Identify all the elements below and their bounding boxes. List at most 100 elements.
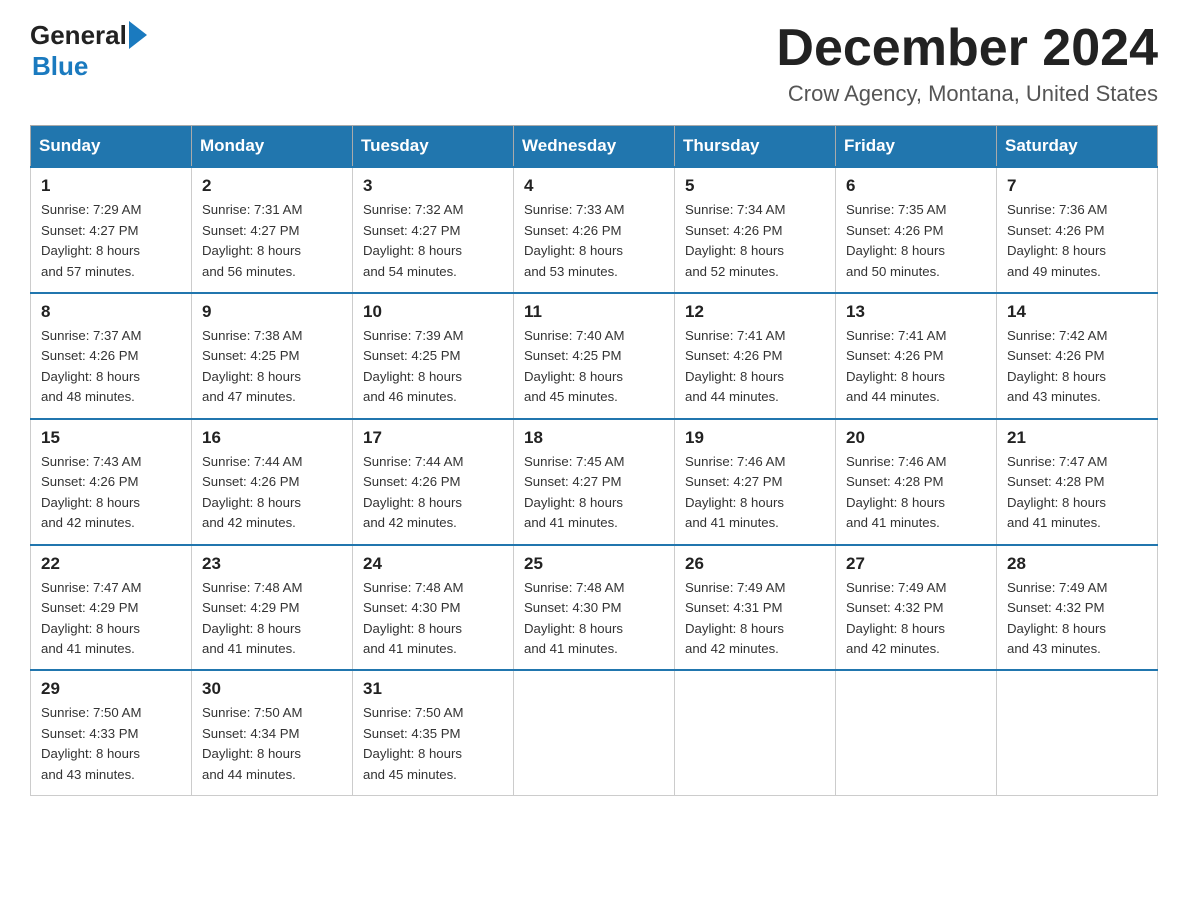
calendar-cell (514, 670, 675, 795)
calendar-table: SundayMondayTuesdayWednesdayThursdayFrid… (30, 125, 1158, 796)
calendar-cell: 18 Sunrise: 7:45 AMSunset: 4:27 PMDayligh… (514, 419, 675, 545)
calendar-cell: 12 Sunrise: 7:41 AMSunset: 4:26 PMDayligh… (675, 293, 836, 419)
day-number: 6 (846, 176, 986, 196)
day-info: Sunrise: 7:45 AMSunset: 4:27 PMDaylight:… (524, 452, 664, 534)
calendar-cell: 10 Sunrise: 7:39 AMSunset: 4:25 PMDayligh… (353, 293, 514, 419)
day-info: Sunrise: 7:50 AMSunset: 4:33 PMDaylight:… (41, 703, 181, 785)
calendar-cell: 15 Sunrise: 7:43 AMSunset: 4:26 PMDayligh… (31, 419, 192, 545)
day-info: Sunrise: 7:48 AMSunset: 4:30 PMDaylight:… (363, 578, 503, 660)
day-number: 11 (524, 302, 664, 322)
day-info: Sunrise: 7:50 AMSunset: 4:35 PMDaylight:… (363, 703, 503, 785)
day-info: Sunrise: 7:40 AMSunset: 4:25 PMDaylight:… (524, 326, 664, 408)
week-row-1: 1 Sunrise: 7:29 AMSunset: 4:27 PMDaylight… (31, 167, 1158, 293)
day-number: 20 (846, 428, 986, 448)
day-info: Sunrise: 7:46 AMSunset: 4:27 PMDaylight:… (685, 452, 825, 534)
calendar-cell: 17 Sunrise: 7:44 AMSunset: 4:26 PMDayligh… (353, 419, 514, 545)
day-info: Sunrise: 7:34 AMSunset: 4:26 PMDaylight:… (685, 200, 825, 282)
day-number: 10 (363, 302, 503, 322)
calendar-cell: 8Sunrise: 7:37 AMSunset: 4:26 PMDaylight… (31, 293, 192, 419)
day-info: Sunrise: 7:39 AMSunset: 4:25 PMDaylight:… (363, 326, 503, 408)
day-info: Sunrise: 7:29 AMSunset: 4:27 PMDaylight:… (41, 200, 181, 282)
calendar-cell: 14Sunrise: 7:42 AMSunset: 4:26 PMDayligh… (997, 293, 1158, 419)
calendar-cell: 21 Sunrise: 7:47 AMSunset: 4:28 PMDayligh… (997, 419, 1158, 545)
day-info: Sunrise: 7:37 AMSunset: 4:26 PMDaylight:… (41, 326, 181, 408)
day-number: 1 (41, 176, 181, 196)
day-number: 7 (1007, 176, 1147, 196)
calendar-cell: 13Sunrise: 7:41 AMSunset: 4:26 PMDayligh… (836, 293, 997, 419)
day-number: 23 (202, 554, 342, 574)
calendar-cell: 6 Sunrise: 7:35 AMSunset: 4:26 PMDaylight… (836, 167, 997, 293)
logo-text-general: General (30, 20, 127, 51)
calendar-cell: 2Sunrise: 7:31 AMSunset: 4:27 PMDaylight… (192, 167, 353, 293)
calendar-cell: 28 Sunrise: 7:49 AMSunset: 4:32 PMDayligh… (997, 545, 1158, 671)
day-info: Sunrise: 7:48 AMSunset: 4:30 PMDaylight:… (524, 578, 664, 660)
day-number: 28 (1007, 554, 1147, 574)
day-number: 2 (202, 176, 342, 196)
day-info: Sunrise: 7:41 AMSunset: 4:26 PMDaylight:… (685, 326, 825, 408)
calendar-cell: 29 Sunrise: 7:50 AMSunset: 4:33 PMDayligh… (31, 670, 192, 795)
day-number: 29 (41, 679, 181, 699)
week-row-5: 29 Sunrise: 7:50 AMSunset: 4:33 PMDayligh… (31, 670, 1158, 795)
day-number: 22 (41, 554, 181, 574)
page-header: General Blue December 2024 Crow Agency, … (30, 20, 1158, 107)
day-info: Sunrise: 7:49 AMSunset: 4:32 PMDaylight:… (846, 578, 986, 660)
day-number: 15 (41, 428, 181, 448)
day-number: 19 (685, 428, 825, 448)
calendar-cell: 24Sunrise: 7:48 AMSunset: 4:30 PMDayligh… (353, 545, 514, 671)
day-info: Sunrise: 7:36 AMSunset: 4:26 PMDaylight:… (1007, 200, 1147, 282)
day-info: Sunrise: 7:44 AMSunset: 4:26 PMDaylight:… (202, 452, 342, 534)
day-number: 9 (202, 302, 342, 322)
calendar-cell: 1 Sunrise: 7:29 AMSunset: 4:27 PMDaylight… (31, 167, 192, 293)
day-info: Sunrise: 7:38 AMSunset: 4:25 PMDaylight:… (202, 326, 342, 408)
calendar-cell: 20Sunrise: 7:46 AMSunset: 4:28 PMDayligh… (836, 419, 997, 545)
day-number: 16 (202, 428, 342, 448)
day-info: Sunrise: 7:41 AMSunset: 4:26 PMDaylight:… (846, 326, 986, 408)
calendar-header-row: SundayMondayTuesdayWednesdayThursdayFrid… (31, 126, 1158, 168)
calendar-cell: 23Sunrise: 7:48 AMSunset: 4:29 PMDayligh… (192, 545, 353, 671)
calendar-cell: 5 Sunrise: 7:34 AMSunset: 4:26 PMDaylight… (675, 167, 836, 293)
day-number: 18 (524, 428, 664, 448)
day-number: 4 (524, 176, 664, 196)
day-number: 17 (363, 428, 503, 448)
day-info: Sunrise: 7:49 AMSunset: 4:32 PMDaylight:… (1007, 578, 1147, 660)
day-info: Sunrise: 7:50 AMSunset: 4:34 PMDaylight:… (202, 703, 342, 785)
day-number: 3 (363, 176, 503, 196)
day-info: Sunrise: 7:47 AMSunset: 4:29 PMDaylight:… (41, 578, 181, 660)
calendar-cell (675, 670, 836, 795)
day-number: 27 (846, 554, 986, 574)
location-title: Crow Agency, Montana, United States (776, 81, 1158, 107)
day-info: Sunrise: 7:42 AMSunset: 4:26 PMDaylight:… (1007, 326, 1147, 408)
col-header-saturday: Saturday (997, 126, 1158, 168)
day-info: Sunrise: 7:33 AMSunset: 4:26 PMDaylight:… (524, 200, 664, 282)
calendar-cell (836, 670, 997, 795)
day-number: 21 (1007, 428, 1147, 448)
day-info: Sunrise: 7:47 AMSunset: 4:28 PMDaylight:… (1007, 452, 1147, 534)
day-number: 25 (524, 554, 664, 574)
col-header-sunday: Sunday (31, 126, 192, 168)
week-row-3: 15 Sunrise: 7:43 AMSunset: 4:26 PMDayligh… (31, 419, 1158, 545)
day-number: 5 (685, 176, 825, 196)
title-area: December 2024 Crow Agency, Montana, Unit… (776, 20, 1158, 107)
day-info: Sunrise: 7:43 AMSunset: 4:26 PMDaylight:… (41, 452, 181, 534)
col-header-friday: Friday (836, 126, 997, 168)
day-number: 12 (685, 302, 825, 322)
calendar-cell: 25 Sunrise: 7:48 AMSunset: 4:30 PMDayligh… (514, 545, 675, 671)
calendar-cell: 11 Sunrise: 7:40 AMSunset: 4:25 PMDayligh… (514, 293, 675, 419)
calendar-cell: 22 Sunrise: 7:47 AMSunset: 4:29 PMDayligh… (31, 545, 192, 671)
calendar-cell: 3 Sunrise: 7:32 AMSunset: 4:27 PMDaylight… (353, 167, 514, 293)
week-row-4: 22 Sunrise: 7:47 AMSunset: 4:29 PMDayligh… (31, 545, 1158, 671)
day-info: Sunrise: 7:44 AMSunset: 4:26 PMDaylight:… (363, 452, 503, 534)
logo-arrow-icon (129, 21, 147, 49)
calendar-cell: 4 Sunrise: 7:33 AMSunset: 4:26 PMDaylight… (514, 167, 675, 293)
day-info: Sunrise: 7:49 AMSunset: 4:31 PMDaylight:… (685, 578, 825, 660)
day-info: Sunrise: 7:32 AMSunset: 4:27 PMDaylight:… (363, 200, 503, 282)
calendar-cell: 7 Sunrise: 7:36 AMSunset: 4:26 PMDaylight… (997, 167, 1158, 293)
day-info: Sunrise: 7:35 AMSunset: 4:26 PMDaylight:… (846, 200, 986, 282)
calendar-cell (997, 670, 1158, 795)
calendar-cell: 30Sunrise: 7:50 AMSunset: 4:34 PMDayligh… (192, 670, 353, 795)
calendar-cell: 19 Sunrise: 7:46 AMSunset: 4:27 PMDayligh… (675, 419, 836, 545)
calendar-cell: 27 Sunrise: 7:49 AMSunset: 4:32 PMDayligh… (836, 545, 997, 671)
col-header-tuesday: Tuesday (353, 126, 514, 168)
logo: General Blue (30, 20, 147, 82)
calendar-cell: 16 Sunrise: 7:44 AMSunset: 4:26 PMDayligh… (192, 419, 353, 545)
